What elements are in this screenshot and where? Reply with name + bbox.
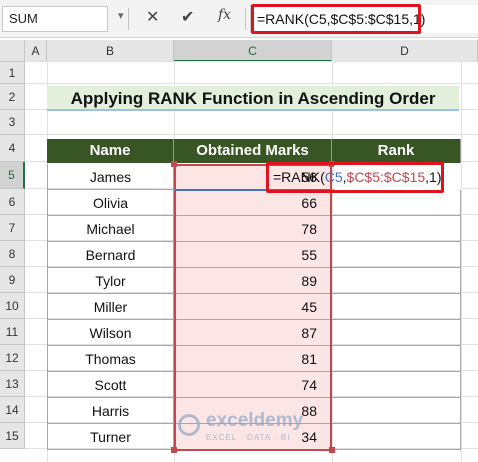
row-header[interactable]: 8 xyxy=(0,241,25,267)
formula-highlight-box xyxy=(251,4,421,34)
range-handle[interactable] xyxy=(171,447,177,453)
row-header[interactable]: 15 xyxy=(0,423,25,449)
rank-cell[interactable] xyxy=(332,190,461,216)
range-handle[interactable] xyxy=(329,447,335,453)
check-icon[interactable]: ✔ xyxy=(181,7,194,27)
header-obtained-marks: Obtained Marks xyxy=(174,139,332,163)
row-header[interactable]: 14 xyxy=(0,397,25,423)
gridline xyxy=(25,61,478,62)
formula-bar: SUM ▾ ✕ ✔ fx =RANK(C5,$C$5:$C$15,1) xyxy=(0,0,478,38)
name-cell[interactable]: Miller xyxy=(47,294,174,320)
rank-cell[interactable] xyxy=(332,372,461,398)
page-title: Applying RANK Function in Ascending Orde… xyxy=(47,86,459,111)
row-header[interactable]: 11 xyxy=(0,319,25,345)
cell-highlight-box xyxy=(266,162,444,193)
rank-cell[interactable] xyxy=(332,268,461,294)
row-header[interactable]: 9 xyxy=(0,267,25,293)
row-header[interactable]: 5 xyxy=(0,162,25,189)
row-header[interactable]: 12 xyxy=(0,345,25,371)
row-header[interactable]: 4 xyxy=(0,135,25,162)
gridline xyxy=(25,83,478,84)
name-cell[interactable]: James xyxy=(47,164,174,190)
column-header-d[interactable]: D xyxy=(332,40,478,62)
watermark-name: exceldemy xyxy=(206,410,304,431)
row-header[interactable]: 2 xyxy=(0,84,25,110)
rank-cell[interactable] xyxy=(332,294,461,320)
rank-cell[interactable] xyxy=(332,424,461,450)
selected-range xyxy=(174,164,332,451)
name-cell[interactable]: Olivia xyxy=(47,190,174,216)
row-header[interactable]: 3 xyxy=(0,110,25,135)
rank-cell[interactable] xyxy=(332,242,461,268)
fx-icon[interactable]: fx xyxy=(218,7,231,23)
divider xyxy=(128,8,129,30)
watermark-tagline: EXCEL · DATA · BI xyxy=(206,433,291,442)
name-cell[interactable]: Scott xyxy=(47,372,174,398)
watermark: exceldemy EXCEL · DATA · BI xyxy=(178,410,328,450)
rank-cell[interactable] xyxy=(332,398,461,424)
row-header[interactable]: 13 xyxy=(0,371,25,397)
column-header-b[interactable]: B xyxy=(47,40,174,62)
name-box[interactable]: SUM xyxy=(2,6,108,32)
row-header[interactable]: 7 xyxy=(0,215,25,241)
logo-icon xyxy=(178,414,200,436)
row-header[interactable]: 10 xyxy=(0,293,25,319)
row-header[interactable]: 1 xyxy=(0,62,25,84)
name-cell[interactable]: Tylor xyxy=(47,268,174,294)
gridline xyxy=(461,62,462,462)
column-header-a[interactable]: A xyxy=(25,40,47,62)
chevron-down-icon[interactable]: ▾ xyxy=(118,9,124,22)
name-cell[interactable]: Turner xyxy=(47,424,174,450)
column-header-c[interactable]: C xyxy=(174,40,332,62)
divider xyxy=(245,8,246,30)
rank-cell[interactable] xyxy=(332,346,461,372)
name-cell[interactable]: Bernard xyxy=(47,242,174,268)
name-cell[interactable]: Wilson xyxy=(47,320,174,346)
gridline xyxy=(25,134,478,135)
header-name: Name xyxy=(47,139,174,163)
row-header[interactable]: 6 xyxy=(0,189,25,215)
name-cell[interactable]: Harris xyxy=(47,398,174,424)
header-rank: Rank xyxy=(332,139,461,163)
select-all-corner[interactable] xyxy=(0,40,25,62)
name-cell[interactable]: Thomas xyxy=(47,346,174,372)
name-cell[interactable]: Michael xyxy=(47,216,174,242)
rank-cell[interactable] xyxy=(332,216,461,242)
x-icon[interactable]: ✕ xyxy=(146,7,159,27)
rank-cell[interactable] xyxy=(332,320,461,346)
